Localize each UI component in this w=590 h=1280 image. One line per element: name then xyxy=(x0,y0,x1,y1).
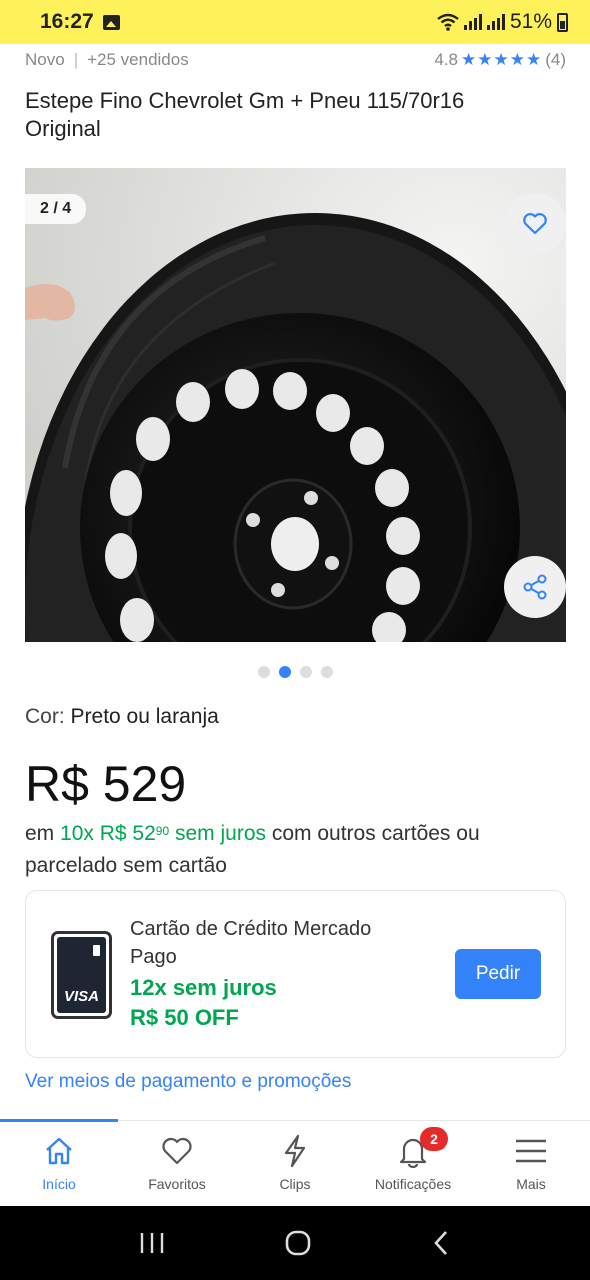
heart-icon xyxy=(162,1137,192,1165)
color-value: Preto ou laranja xyxy=(70,705,219,728)
credit-card-discount: R$ 50 OFF xyxy=(130,1005,239,1030)
visa-label: VISA xyxy=(63,988,99,1005)
home-button-icon[interactable] xyxy=(284,1229,312,1257)
nav-home-label: Início xyxy=(42,1176,76,1192)
share-icon xyxy=(523,574,547,600)
battery-percent: 51% xyxy=(509,10,552,33)
color-label: Cor: xyxy=(25,705,65,728)
status-time: 16:27 xyxy=(40,10,94,33)
nav-clips-label: Clips xyxy=(279,1176,311,1192)
lightning-icon xyxy=(284,1134,306,1168)
bottom-navigation: Início Favoritos Clips 2 Notificações Ma… xyxy=(0,1119,590,1206)
gallery-pagination xyxy=(0,666,590,678)
menu-icon xyxy=(516,1139,546,1163)
installments-no-interest: sem juros xyxy=(174,822,267,845)
favorite-button[interactable] xyxy=(504,193,566,255)
pagination-dot[interactable] xyxy=(257,666,270,678)
nav-home[interactable]: Início xyxy=(0,1121,118,1206)
sold-count: +25 vendidos xyxy=(87,50,189,69)
gallery-notification-icon xyxy=(102,14,120,30)
status-icons: 51% xyxy=(437,10,568,34)
price: R$ 529 xyxy=(25,756,187,812)
installments-amount: R$ 52 xyxy=(99,822,156,845)
rating-value: 4.8 xyxy=(434,50,459,69)
request-card-button[interactable]: Pedir xyxy=(455,949,541,999)
signal-icon xyxy=(463,14,482,30)
credit-card-installments: 12x sem juros xyxy=(130,975,277,1000)
color-variation[interactable]: Cor: Preto ou laranja xyxy=(25,705,219,729)
installments-highlight: 10x R$ 5290 sem juros xyxy=(60,822,266,845)
home-icon xyxy=(46,1137,72,1165)
system-navigation-bar xyxy=(0,1206,590,1280)
recent-apps-icon[interactable] xyxy=(139,1231,165,1255)
product-title: Estepe Fino Chevrolet Gm + Pneu 115/70r1… xyxy=(25,88,465,141)
installments-prefix: em xyxy=(25,822,55,845)
product-meta: Novo | +25 vendidos 4.8 ★★★★★ (4) xyxy=(25,50,566,70)
notification-badge: 2 xyxy=(420,1127,448,1151)
status-bar: 16:27 51% xyxy=(0,0,590,44)
share-button[interactable] xyxy=(504,556,566,618)
product-image xyxy=(25,168,566,642)
back-icon[interactable] xyxy=(431,1229,451,1257)
credit-card-offer[interactable]: VISA Cartão de Crédito Mercado Pago 12x … xyxy=(25,890,566,1058)
pagination-dot[interactable] xyxy=(299,666,312,678)
separator: | xyxy=(73,50,79,69)
payment-methods-link[interactable]: Ver meios de pagamento e promoções xyxy=(25,1071,351,1093)
credit-card-icon: VISA xyxy=(51,931,112,1019)
image-counter: 2 / 4 xyxy=(25,194,87,224)
heart-icon xyxy=(523,213,547,235)
nav-favorites[interactable]: Favoritos xyxy=(118,1121,236,1206)
condition-label: Novo xyxy=(25,50,65,69)
installments-count: 10x xyxy=(60,822,94,845)
battery-icon xyxy=(557,12,568,32)
pagination-dot[interactable] xyxy=(320,666,333,678)
pagination-dot-active[interactable] xyxy=(278,666,291,678)
nav-clips[interactable]: Clips xyxy=(236,1121,354,1206)
credit-card-title: Cartão de Crédito Mercado Pago xyxy=(130,918,372,968)
nav-favorites-label: Favoritos xyxy=(148,1176,206,1192)
product-image-gallery[interactable]: 2 / 4 xyxy=(25,168,566,642)
reviews-count: (4) xyxy=(545,50,566,69)
installments-info: em 10x R$ 5290 sem juros com outros cart… xyxy=(25,818,565,882)
nav-notifications-label: Notificações xyxy=(374,1176,452,1192)
nav-more[interactable]: Mais xyxy=(472,1121,590,1206)
nav-more-label: Mais xyxy=(516,1176,546,1192)
star-icons: ★★★★★ xyxy=(461,50,543,69)
signal-icon-2 xyxy=(486,14,505,30)
wifi-icon xyxy=(437,13,459,31)
nav-notifications[interactable]: 2 Notificações xyxy=(354,1121,472,1206)
rating[interactable]: 4.8 ★★★★★ (4) xyxy=(434,50,566,70)
installments-cents: 90 xyxy=(155,824,170,838)
